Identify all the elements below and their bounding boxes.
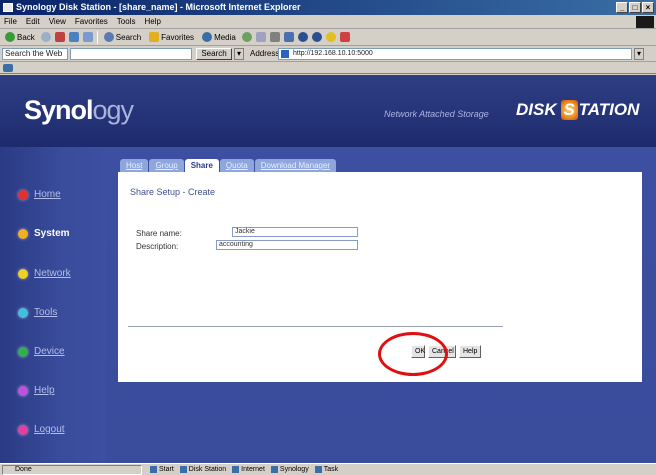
menu-tools[interactable]: Tools bbox=[117, 17, 136, 26]
panel-title: Share Setup - Create bbox=[130, 187, 216, 197]
print-icon[interactable] bbox=[269, 32, 280, 42]
messenger-icon[interactable] bbox=[311, 32, 322, 42]
tab-bar: Host Group Share Quota Download Manager bbox=[120, 159, 337, 172]
links-bar bbox=[0, 62, 656, 74]
menu-edit[interactable]: Edit bbox=[26, 17, 40, 26]
description-input[interactable]: accounting bbox=[216, 240, 358, 250]
tab-download-manager[interactable]: Download Manager bbox=[254, 159, 337, 172]
menu-help[interactable]: Help bbox=[144, 17, 160, 26]
sidebar-item-help[interactable]: Help bbox=[18, 385, 55, 396]
address-dropdown-icon[interactable]: ▾ bbox=[634, 48, 644, 60]
tool-icon[interactable] bbox=[339, 32, 350, 42]
form-divider bbox=[128, 326, 503, 327]
menu-favorites[interactable]: Favorites bbox=[75, 17, 108, 26]
tab-host[interactable]: Host bbox=[120, 159, 149, 172]
help-button[interactable]: Help bbox=[459, 345, 481, 358]
minimize-button[interactable]: _ bbox=[616, 2, 628, 13]
extra-icon[interactable] bbox=[325, 32, 336, 42]
disk-station-logo: DISK S TATION bbox=[516, 100, 640, 120]
device-dot-icon bbox=[18, 346, 28, 357]
sidebar-item-network[interactable]: Network bbox=[18, 268, 71, 279]
forward-arrow-icon[interactable] bbox=[40, 32, 51, 42]
page-header: Synology Network Attached Storage DISK S… bbox=[0, 75, 656, 147]
refresh-icon[interactable] bbox=[68, 32, 79, 42]
media-icon bbox=[202, 32, 213, 42]
tools-dot-icon bbox=[18, 307, 28, 318]
status-text: Done bbox=[2, 465, 142, 475]
sidebar-item-logout[interactable]: Logout bbox=[18, 424, 65, 435]
sidebar-item-home[interactable]: Home bbox=[18, 189, 61, 200]
sidebar-item-tools[interactable]: Tools bbox=[18, 307, 57, 318]
page-icon bbox=[281, 50, 289, 58]
description-label: Description: bbox=[136, 242, 179, 251]
search-button[interactable]: Search bbox=[102, 30, 143, 44]
task-item[interactable]: Disk Station bbox=[180, 465, 226, 475]
task-item[interactable]: Internet bbox=[232, 465, 265, 475]
search-icon bbox=[103, 32, 114, 42]
status-bar: Done Start Disk Station Internet Synolog… bbox=[0, 463, 656, 475]
system-dot-icon bbox=[18, 228, 28, 239]
menu-view[interactable]: View bbox=[49, 17, 66, 26]
menu-bar: File Edit View Favorites Tools Help bbox=[0, 15, 656, 29]
taskbar-items: Start Disk Station Internet Synology Tas… bbox=[150, 465, 338, 475]
home-icon[interactable] bbox=[82, 32, 93, 42]
address-input[interactable]: http://192.168.10.10:5000 bbox=[278, 48, 632, 60]
header-tagline: Network Attached Storage bbox=[384, 109, 489, 119]
history-icon[interactable] bbox=[241, 32, 252, 42]
search-web-label: Search the Web bbox=[2, 48, 68, 60]
task-item[interactable]: Start bbox=[150, 465, 174, 475]
tab-quota[interactable]: Quota bbox=[219, 159, 254, 172]
back-button[interactable]: Back bbox=[3, 30, 37, 44]
sidebar-item-device[interactable]: Device bbox=[18, 346, 65, 357]
stop-icon[interactable] bbox=[54, 32, 65, 42]
network-dot-icon bbox=[18, 268, 28, 279]
sidebar-item-system[interactable]: System bbox=[18, 228, 70, 239]
link-icon[interactable] bbox=[3, 64, 13, 72]
web-search-button[interactable]: Search bbox=[196, 48, 232, 60]
synology-logo: Synology bbox=[24, 95, 134, 125]
logout-dot-icon bbox=[18, 424, 28, 435]
web-search-input[interactable] bbox=[70, 48, 192, 60]
discuss-icon[interactable] bbox=[297, 32, 308, 42]
task-item[interactable]: Synology bbox=[271, 465, 309, 475]
star-icon bbox=[149, 32, 160, 42]
mail-icon[interactable] bbox=[255, 32, 266, 42]
window-title-bar[interactable]: Synology Disk Station - [share_name] - M… bbox=[0, 0, 656, 15]
browser-toolbar: Back Search Favorites Media bbox=[0, 29, 656, 46]
media-button[interactable]: Media bbox=[200, 30, 238, 44]
windows-logo-icon bbox=[636, 16, 654, 28]
share-name-label: Share name: bbox=[136, 229, 182, 238]
toolbar-divider bbox=[96, 30, 98, 44]
window-title: Synology Disk Station - [share_name] - M… bbox=[16, 2, 301, 12]
share-name-input[interactable]: Jackie bbox=[232, 227, 358, 237]
address-bar: Search the Web Search ▾ Address http://1… bbox=[0, 46, 656, 62]
favorites-button[interactable]: Favorites bbox=[147, 30, 196, 44]
edit-icon[interactable] bbox=[283, 32, 294, 42]
chevron-down-icon[interactable]: ▾ bbox=[234, 48, 244, 60]
ie-icon bbox=[3, 3, 13, 12]
tab-group[interactable]: Group bbox=[149, 159, 184, 172]
task-item[interactable]: Task bbox=[315, 465, 338, 475]
address-label: Address bbox=[250, 49, 280, 58]
address-url: http://192.168.10.10:5000 bbox=[293, 50, 373, 57]
close-button[interactable]: × bbox=[642, 2, 654, 13]
help-dot-icon bbox=[18, 385, 28, 396]
highlight-circle bbox=[378, 332, 448, 376]
menu-file[interactable]: File bbox=[4, 17, 17, 26]
back-arrow-icon bbox=[5, 32, 15, 42]
tab-share[interactable]: Share bbox=[184, 159, 219, 172]
home-dot-icon bbox=[18, 189, 28, 200]
maximize-button[interactable]: □ bbox=[629, 2, 641, 13]
